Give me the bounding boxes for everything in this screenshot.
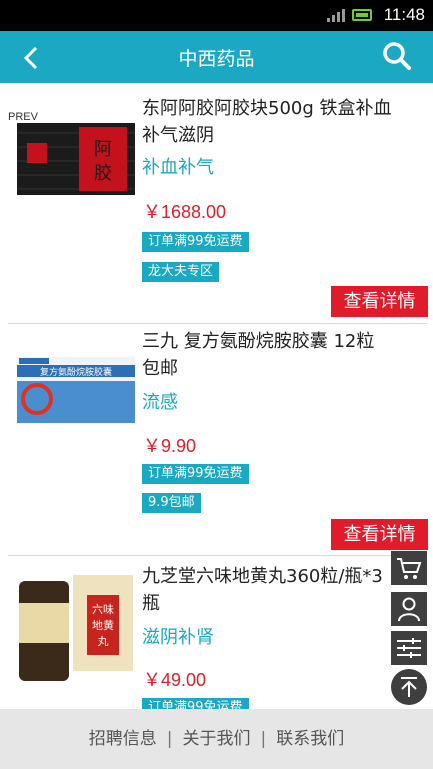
shipping-badge: 订单满99免运费 — [142, 464, 249, 484]
product-image[interactable]: 复方氨酚烷胺胶囊 — [17, 357, 135, 423]
filter-button[interactable] — [391, 631, 427, 665]
product-item[interactable]: 复方氨酚烷胺胶囊 三九 复方氨酚烷胺胶囊 12粒包邮 流感 ￥9.90 订单满9… — [0, 324, 433, 555]
svg-text:六味: 六味 — [92, 603, 114, 616]
product-price: ￥9.90 — [143, 436, 197, 456]
view-details-button[interactable]: 查看详情 — [331, 519, 428, 550]
shipping-badge: 订单满99免运费 — [142, 698, 249, 709]
svg-text:胶: 胶 — [94, 163, 112, 184]
cart-icon — [397, 558, 422, 579]
product-item[interactable]: 六味 地黄 丸 九芝堂六味地黄丸360粒/瓶*3瓶 滋阴补肾 ￥49.00 订单… — [0, 556, 433, 709]
view-details-button[interactable]: 查看详情 — [331, 286, 428, 317]
cart-button[interactable] — [391, 551, 427, 585]
page-title: 中西药品 — [178, 48, 255, 70]
svg-text:地黄: 地黄 — [92, 618, 114, 632]
footer-link-about[interactable]: 关于我们 — [183, 729, 251, 749]
back-to-top-button[interactable] — [391, 669, 427, 705]
product-tag: 补血补气 — [142, 157, 214, 178]
signal-icon — [327, 9, 345, 22]
footer: 招聘信息 | 关于我们 | 联系我们 — [0, 709, 433, 769]
svg-text:丸: 丸 — [98, 635, 109, 648]
status-time: 11:48 — [383, 5, 425, 24]
svg-text:复方氨酚烷胺胶囊: 复方氨酚烷胺胶囊 — [40, 366, 112, 378]
product-price: ￥1688.00 — [143, 202, 227, 222]
promo-badge: 9.9包邮 — [142, 493, 201, 513]
footer-link-contact[interactable]: 联系我们 — [276, 729, 344, 749]
footer-separator: | — [260, 729, 267, 749]
user-icon — [398, 597, 420, 622]
product-price: ￥49.00 — [143, 670, 207, 690]
search-icon[interactable] — [381, 40, 413, 72]
product-name[interactable]: 东阿阿胶阿胶块500g 铁盒补血补气滋阴 — [142, 95, 392, 149]
product-name[interactable]: 九芝堂六味地黄丸360粒/瓶*3瓶 — [142, 563, 392, 617]
status-bar: 11:48 — [0, 0, 433, 31]
product-list: PREV 阿 胶 东阿阿胶阿胶块500g 铁盒补血补气滋阴 补血补气 ￥1688… — [0, 83, 433, 709]
product-image[interactable]: 阿 胶 — [17, 123, 135, 195]
back-to-top-icon — [401, 677, 417, 697]
filter-icon — [397, 638, 421, 658]
product-image[interactable]: 六味 地黄 丸 — [17, 573, 135, 683]
user-button[interactable] — [391, 592, 427, 626]
svg-text:阿: 阿 — [94, 139, 112, 160]
promo-badge: 龙大夫专区 — [142, 262, 220, 282]
shipping-badge: 订单满99免运费 — [142, 232, 249, 252]
footer-link-jobs[interactable]: 招聘信息 — [89, 729, 157, 749]
footer-separator: | — [166, 729, 173, 749]
product-name[interactable]: 三九 复方氨酚烷胺胶囊 12粒包邮 — [142, 328, 392, 382]
battery-icon — [352, 9, 372, 21]
app-header: 中西药品 — [0, 31, 433, 83]
product-tag: 流感 — [142, 392, 178, 413]
product-tag: 滋阴补肾 — [142, 627, 214, 648]
product-item[interactable]: 阿 胶 东阿阿胶阿胶块500g 铁盒补血补气滋阴 补血补气 ￥1688.00 订… — [0, 83, 433, 323]
